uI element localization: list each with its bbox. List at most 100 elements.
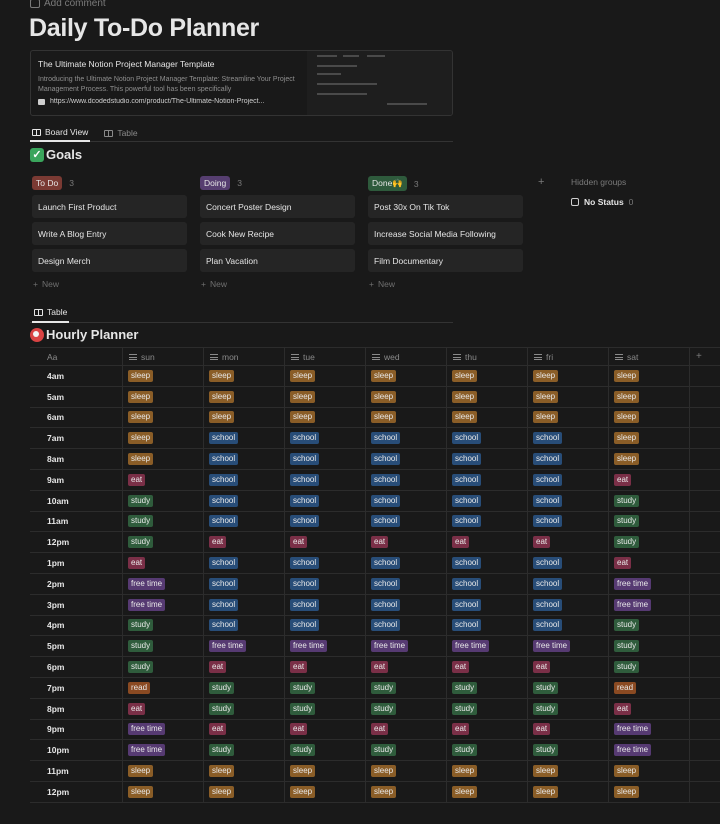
day-cell[interactable]: eat [123, 698, 204, 719]
day-cell[interactable]: sleep [285, 366, 366, 386]
day-cell[interactable]: sleep [447, 407, 528, 428]
day-cell[interactable]: sleep [528, 781, 609, 802]
time-cell[interactable]: 5pm [30, 636, 123, 657]
no-status-group[interactable]: No Status 0 [571, 197, 633, 207]
day-cell[interactable]: study [609, 511, 690, 532]
day-cell[interactable]: study [123, 490, 204, 511]
day-cell[interactable]: sleep [447, 761, 528, 781]
day-cell[interactable]: study [366, 740, 447, 761]
day-cell[interactable]: eat [447, 657, 528, 677]
time-cell[interactable]: 8pm [30, 698, 123, 719]
day-cell[interactable]: sleep [447, 781, 528, 802]
day-cell[interactable]: sleep [528, 407, 609, 428]
day-cell[interactable]: school [204, 573, 285, 594]
day-cell[interactable]: school [447, 553, 528, 573]
day-cell[interactable]: sleep [609, 386, 690, 407]
day-cell[interactable]: sleep [528, 761, 609, 781]
day-cell[interactable]: free time [609, 740, 690, 761]
time-cell[interactable]: 7pm [30, 677, 123, 698]
day-cell[interactable]: school [366, 469, 447, 490]
day-cell[interactable]: school [528, 573, 609, 594]
column-header-tue[interactable]: tue [285, 348, 366, 365]
column-header-sun[interactable]: sun [123, 348, 204, 365]
table-row[interactable]: 8pm eat study study study study study eat [30, 698, 720, 720]
time-cell[interactable]: 10am [30, 490, 123, 511]
add-column-button[interactable]: + [690, 348, 720, 365]
group-header[interactable]: To Do 3 [32, 176, 74, 190]
column-header-fri[interactable]: fri [528, 348, 609, 365]
day-cell[interactable]: sleep [123, 761, 204, 781]
table-row[interactable]: 4am sleep sleep sleep sleep sleep sleep sleep [30, 366, 720, 387]
table-row[interactable]: 5pm study free time free time free time free … [30, 636, 720, 658]
day-cell[interactable]: school [204, 615, 285, 636]
day-cell[interactable]: sleep [447, 366, 528, 386]
time-cell[interactable]: 3pm [30, 594, 123, 615]
day-cell[interactable]: free time [609, 719, 690, 740]
time-cell[interactable]: 11pm [30, 761, 123, 781]
time-cell[interactable]: 4pm [30, 615, 123, 636]
day-cell[interactable]: study [609, 615, 690, 636]
day-cell[interactable]: sleep [123, 781, 204, 802]
day-cell[interactable]: study [447, 698, 528, 719]
day-cell[interactable]: eat [609, 553, 690, 573]
day-cell[interactable]: eat [447, 719, 528, 740]
day-cell[interactable]: eat [285, 532, 366, 553]
day-cell[interactable]: eat [528, 657, 609, 677]
time-cell[interactable]: 10pm [30, 740, 123, 761]
day-cell[interactable]: eat [366, 532, 447, 553]
bookmark-card[interactable]: The Ultimate Notion Project Manager Temp… [30, 50, 453, 116]
day-cell[interactable]: study [366, 698, 447, 719]
day-cell[interactable]: sleep [204, 366, 285, 386]
day-cell[interactable]: sleep [366, 761, 447, 781]
day-cell[interactable]: school [366, 490, 447, 511]
day-cell[interactable]: sleep [366, 781, 447, 802]
day-cell[interactable]: school [285, 573, 366, 594]
day-cell[interactable]: free time [609, 573, 690, 594]
day-cell[interactable]: study [204, 740, 285, 761]
day-cell[interactable]: eat [285, 719, 366, 740]
day-cell[interactable]: school [366, 428, 447, 449]
day-cell[interactable]: school [204, 469, 285, 490]
day-cell[interactable]: school [528, 469, 609, 490]
day-cell[interactable]: school [528, 490, 609, 511]
table-row[interactable]: 5am sleep sleep sleep sleep sleep sleep sleep [30, 386, 720, 408]
day-cell[interactable]: eat [123, 553, 204, 573]
day-cell[interactable]: sleep [204, 407, 285, 428]
day-cell[interactable]: study [447, 677, 528, 698]
board-card[interactable]: Launch First Product [32, 195, 187, 218]
day-cell[interactable]: school [285, 449, 366, 469]
day-cell[interactable]: sleep [609, 449, 690, 469]
day-cell[interactable]: sleep [123, 386, 204, 407]
tab-planner-table[interactable]: Table [32, 303, 70, 323]
day-cell[interactable]: sleep [123, 428, 204, 449]
day-cell[interactable]: school [366, 449, 447, 469]
day-cell[interactable]: study [528, 740, 609, 761]
day-cell[interactable]: study [609, 636, 690, 657]
day-cell[interactable]: sleep [609, 428, 690, 449]
day-cell[interactable]: free time [123, 740, 204, 761]
day-cell[interactable]: free time [123, 573, 204, 594]
day-cell[interactable]: free time [528, 636, 609, 657]
day-cell[interactable]: school [204, 511, 285, 532]
day-cell[interactable]: study [204, 698, 285, 719]
column-header-mon[interactable]: mon [204, 348, 285, 365]
board-card[interactable]: Plan Vacation [200, 249, 355, 272]
time-cell[interactable]: 7am [30, 428, 123, 449]
day-cell[interactable]: sleep [366, 366, 447, 386]
day-cell[interactable]: study [609, 490, 690, 511]
day-cell[interactable]: eat [609, 698, 690, 719]
day-cell[interactable]: sleep [123, 407, 204, 428]
day-cell[interactable]: free time [285, 636, 366, 657]
day-cell[interactable]: study [123, 532, 204, 553]
day-cell[interactable]: sleep [609, 366, 690, 386]
day-cell[interactable]: school [204, 428, 285, 449]
day-cell[interactable]: school [447, 594, 528, 615]
day-cell[interactable]: school [366, 615, 447, 636]
table-row[interactable]: 6pm study eat eat eat eat eat study [30, 657, 720, 678]
time-cell[interactable]: 12pm [30, 532, 123, 553]
day-cell[interactable]: school [447, 573, 528, 594]
day-cell[interactable]: study [447, 740, 528, 761]
time-cell[interactable]: 6am [30, 407, 123, 428]
day-cell[interactable]: sleep [609, 781, 690, 802]
day-cell[interactable]: school [447, 469, 528, 490]
